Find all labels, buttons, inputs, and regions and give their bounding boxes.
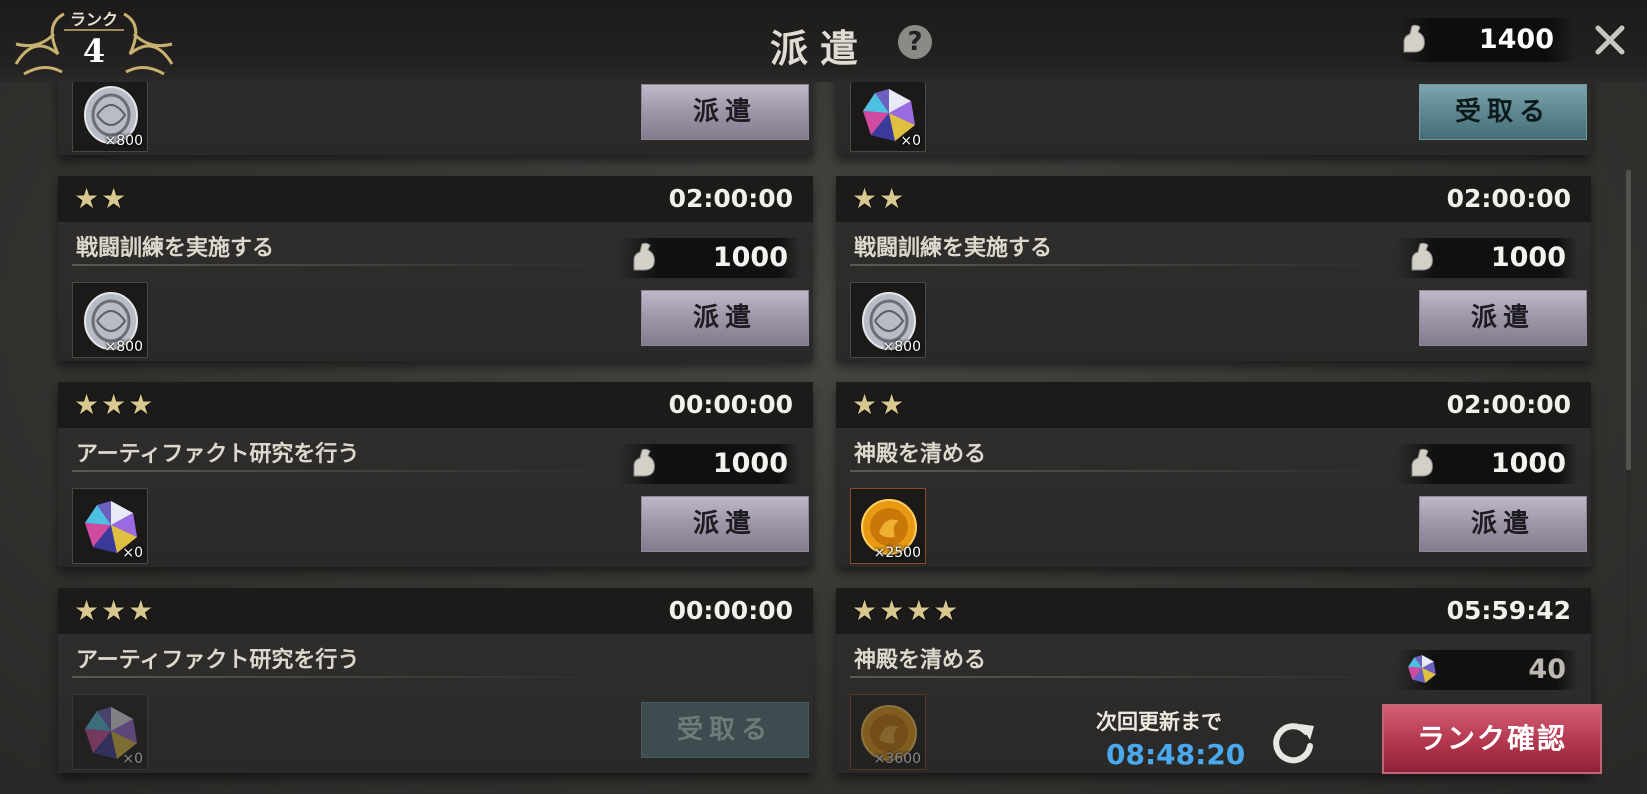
reward-quantity: ×0 <box>900 133 921 149</box>
mission-card: ★★★ 00:00:00 アーティファクト研究を行う ×0 受取る <box>58 588 813 773</box>
card-header: ★★★★ 05:59:42 <box>836 588 1591 634</box>
reward-quantity: ×800 <box>104 339 143 355</box>
arm-flex-icon <box>633 448 655 477</box>
reward-gold-coin: ×3600 <box>850 694 926 770</box>
arm-flex-icon <box>1403 24 1425 53</box>
mission-card: ★★ 02:00:00 神殿を清める 1000 ×2500 派遣 <box>836 382 1591 567</box>
mission-duration: 02:00:00 <box>1446 184 1571 213</box>
divider <box>72 676 612 678</box>
card-header: ★★ 02:00:00 <box>836 176 1591 222</box>
reward-silver-coin: ×800 <box>72 76 148 152</box>
card-header: ★★ 02:00:00 <box>836 382 1591 428</box>
dispatch-button[interactable]: 派遣 <box>1419 496 1587 552</box>
arm-flex-icon <box>1411 448 1433 477</box>
reward-rainbow-gem: ×0 <box>850 76 926 152</box>
reward-silver-coin: ×800 <box>72 282 148 358</box>
question-icon[interactable]: ? <box>898 25 932 59</box>
card-header: ★★★ 00:00:00 <box>58 382 813 428</box>
arm-flex-icon <box>1411 242 1433 271</box>
mission-list[interactable]: ×800 派遣 ×0 受取る ★★ 02:00:00 戦闘訓練を実施する 100… <box>0 0 1647 794</box>
stamina-cost: 1000 <box>712 448 788 479</box>
refresh-countdown: 08:48:20 <box>1106 738 1246 771</box>
arm-flex-icon <box>633 242 655 271</box>
stamina-cost: 1000 <box>712 242 788 273</box>
stamina-cost: 1000 <box>1490 242 1566 273</box>
mission-name: 神殿を清める <box>854 648 987 673</box>
gem-cost: 40 <box>1528 654 1566 685</box>
reward-quantity: ×3600 <box>873 751 921 767</box>
mission-card: ★★ 02:00:00 戦闘訓練を実施する 1000 ×800 派遣 <box>836 176 1591 361</box>
dispatch-button[interactable]: 派遣 <box>641 290 809 346</box>
rank-value: 4 <box>82 32 106 70</box>
reward-rainbow-gem: ×0 <box>72 488 148 564</box>
star-rating: ★★ <box>74 182 129 215</box>
receive-button[interactable]: 受取る <box>1419 84 1587 140</box>
page-title: 派遣 <box>770 26 871 71</box>
reward-quantity: ×2500 <box>873 545 921 561</box>
star-rating: ★★★★ <box>852 594 961 627</box>
divider <box>72 470 612 472</box>
dispatch-button[interactable]: 派遣 <box>641 496 809 552</box>
star-rating: ★★★ <box>74 594 156 627</box>
mission-name: アーティファクト研究を行う <box>76 648 360 673</box>
mission-duration: 00:00:00 <box>668 596 793 625</box>
rank-badge: ランク 4 <box>14 4 174 76</box>
reward-quantity: ×0 <box>122 751 143 767</box>
divider <box>850 264 1390 266</box>
mission-duration: 05:59:42 <box>1446 596 1571 625</box>
mission-card: ★★ 02:00:00 戦闘訓練を実施する 1000 ×800 派遣 <box>58 176 813 361</box>
reward-rainbow-gem: ×0 <box>72 694 148 770</box>
stamina-value: 1400 <box>1478 24 1554 55</box>
refresh-icon[interactable] <box>1266 716 1320 770</box>
card-header: ★★★ 00:00:00 <box>58 588 813 634</box>
mission-name: 神殿を清める <box>854 442 987 467</box>
scrollbar-thumb[interactable] <box>1626 170 1631 470</box>
reward-quantity: ×800 <box>882 339 921 355</box>
dispatch-button[interactable]: 派遣 <box>641 84 809 140</box>
top-bar: ランク 4 派遣 ? 1400 <box>0 0 1647 82</box>
card-header: ★★ 02:00:00 <box>58 176 813 222</box>
mission-card: ★★★ 00:00:00 アーティファクト研究を行う 1000 ×0 派遣 <box>58 382 813 567</box>
rank-label: ランク <box>69 10 118 29</box>
star-rating: ★★ <box>852 388 907 421</box>
reward-quantity: ×800 <box>104 133 143 149</box>
stamina-cost: 1000 <box>1490 448 1566 479</box>
divider <box>850 676 1390 678</box>
dispatch-button[interactable]: 派遣 <box>1419 290 1587 346</box>
rank-check-button[interactable]: ランク確認 <box>1382 704 1602 774</box>
reward-quantity: ×0 <box>122 545 143 561</box>
divider <box>850 470 1390 472</box>
close-icon[interactable] <box>1592 22 1628 58</box>
mission-name: 戦闘訓練を実施する <box>76 236 275 261</box>
mission-duration: 02:00:00 <box>668 184 793 213</box>
mission-name: 戦闘訓練を実施する <box>854 236 1053 261</box>
rainbow-gem-icon <box>1408 655 1436 683</box>
receive-button-disabled: 受取る <box>641 702 809 758</box>
mission-name: アーティファクト研究を行う <box>76 442 360 467</box>
star-rating: ★★★ <box>74 388 156 421</box>
star-rating: ★★ <box>852 182 907 215</box>
mission-duration: 02:00:00 <box>1446 390 1571 419</box>
reward-gold-coin: ×2500 <box>850 488 926 564</box>
mission-duration: 00:00:00 <box>668 390 793 419</box>
reward-silver-coin: ×800 <box>850 282 926 358</box>
divider <box>72 264 612 266</box>
refresh-label: 次回更新まで <box>1096 710 1222 734</box>
